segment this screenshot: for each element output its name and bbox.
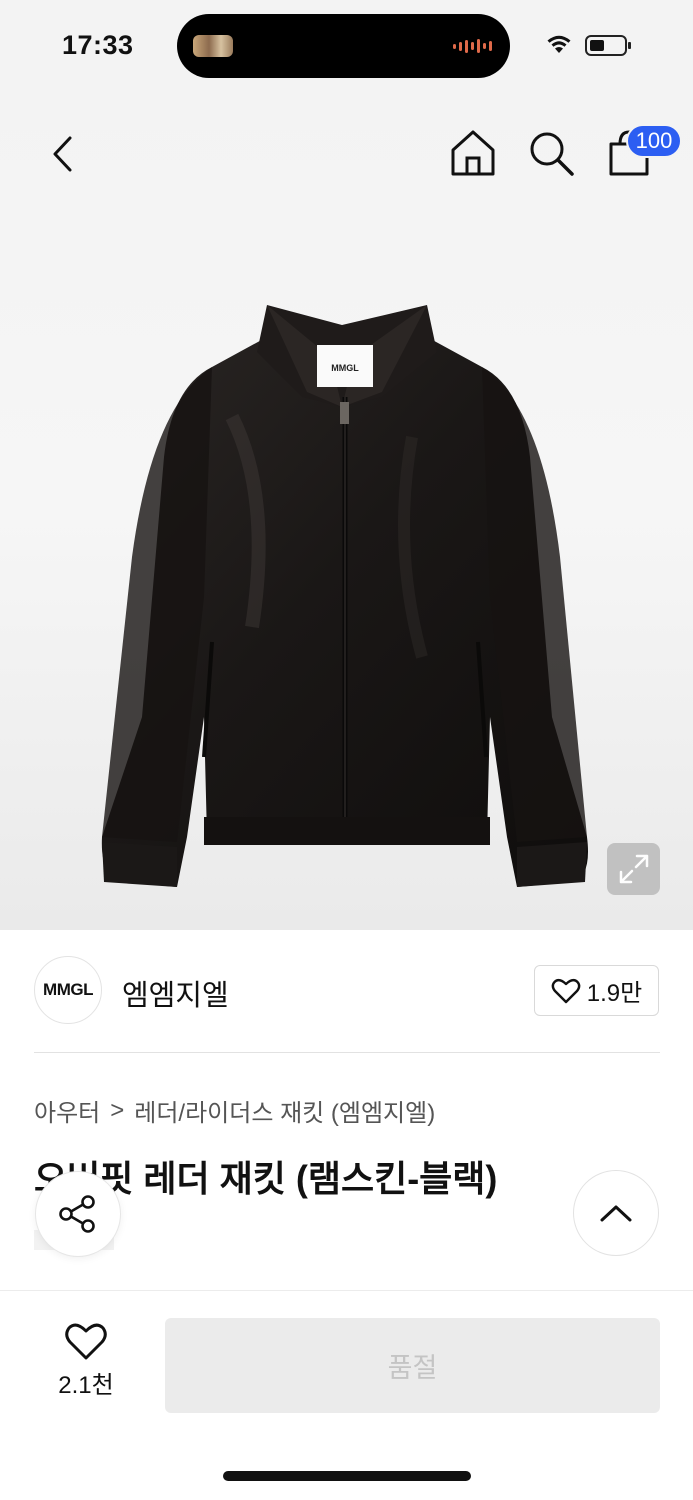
status-bar: 17:33 [0, 0, 693, 92]
dynamic-island[interactable] [177, 14, 510, 78]
heart-icon [65, 1323, 107, 1360]
back-button[interactable] [40, 132, 84, 176]
brand-tag: MMGL [331, 363, 359, 373]
soldout-button[interactable]: 품절 [165, 1318, 660, 1413]
cart-count-badge: 100 [626, 124, 682, 158]
brand-logo-text: MMGL [43, 980, 93, 999]
bottom-action-bar: 2.1천 품절 [0, 1290, 693, 1500]
brand-name[interactable]: 엠엠지엘 [122, 972, 229, 1014]
brand-like-count: 1.9만 [586, 980, 643, 1007]
search-icon [530, 132, 574, 176]
breadcrumb: 아우터 > 레더/라이더스 재킷 (엠엠지엘) [34, 1093, 435, 1128]
product-image-area[interactable]: MMGL [0, 92, 693, 930]
wishlist-count: 2.1천 [58, 1372, 114, 1399]
home-button[interactable] [448, 128, 498, 178]
breadcrumb-category[interactable]: 아우터 [34, 1093, 100, 1128]
breadcrumb-subcategory[interactable]: 레더/라이더스 재킷 (엠엠지엘) [134, 1093, 435, 1128]
wifi-icon [547, 35, 571, 53]
wishlist-button[interactable]: 2.1천 [40, 1321, 132, 1411]
share-button[interactable] [35, 1171, 121, 1257]
battery-icon [585, 35, 631, 56]
breadcrumb-separator: > [110, 1096, 125, 1124]
heart-icon [551, 978, 581, 1003]
now-playing-artwork [193, 35, 233, 57]
top-navigation [0, 92, 693, 212]
chevron-up-icon [600, 1205, 632, 1222]
share-icon [59, 1195, 95, 1233]
scroll-top-button[interactable] [573, 1170, 659, 1256]
home-icon [451, 130, 495, 176]
audio-wave-icon [453, 38, 492, 54]
divider [34, 1052, 660, 1053]
expand-image-button[interactable] [607, 843, 660, 895]
expand-icon [619, 854, 648, 884]
battery-level [590, 40, 604, 51]
home-indicator[interactable] [223, 1471, 471, 1481]
chevron-left-icon [53, 136, 72, 172]
brand-logo[interactable]: MMGL [34, 956, 102, 1024]
brand-like-button[interactable]: 1.9만 [534, 965, 659, 1016]
search-button[interactable] [526, 128, 576, 178]
product-image: MMGL [101, 305, 588, 887]
status-time: 17:33 [62, 30, 134, 60]
brand-row: MMGL 엠엠지엘 1.9만 [0, 930, 693, 1052]
